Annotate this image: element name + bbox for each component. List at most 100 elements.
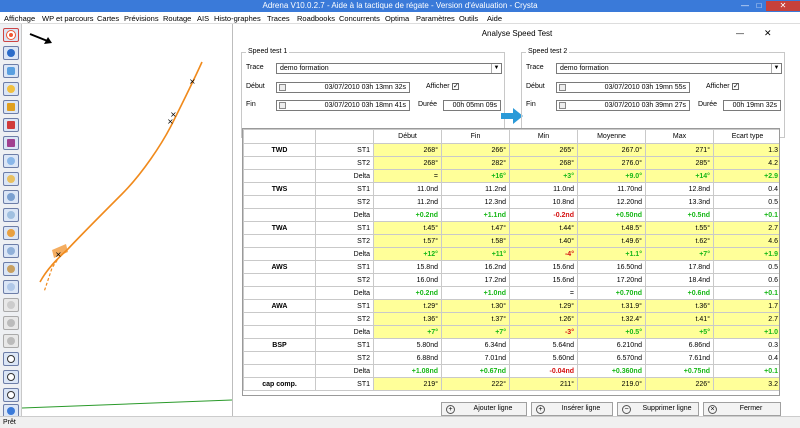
- menu-cartes[interactable]: Cartes: [97, 14, 119, 23]
- measure-tool-icon[interactable]: [3, 262, 19, 276]
- add-row-label: Ajouter ligne: [473, 405, 513, 412]
- route-tool-icon[interactable]: [3, 154, 19, 168]
- wind-tool-icon[interactable]: [3, 64, 19, 78]
- value-cell: t.58°: [441, 234, 510, 248]
- table-row[interactable]: ST2 t.57° t.58° t.40° t.49.6° t.62° 4.6: [243, 234, 779, 248]
- column-header[interactable]: Début: [373, 129, 442, 144]
- debut-datetime-2[interactable]: 03/07/2010 03h 19mn 55s: [556, 82, 690, 93]
- line-tool-icon[interactable]: [3, 244, 19, 258]
- column-header[interactable]: Max: [645, 129, 714, 144]
- fin-checkbox[interactable]: [559, 102, 566, 109]
- fin-datetime-2[interactable]: 03/07/2010 03h 39mn 27s: [556, 100, 690, 111]
- column-header[interactable]: Moyenne: [577, 129, 646, 144]
- row-label-cell: Delta: [315, 208, 374, 222]
- debut-datetime-1[interactable]: 03/07/2010 03h 13mn 32s: [276, 82, 410, 93]
- menu-traces[interactable]: Traces: [267, 14, 290, 23]
- table-row[interactable]: TWA ST1 t.45° t.47° t.44° t.48.5° t.55° 2.7: [243, 221, 779, 235]
- chart-tool-icon[interactable]: [3, 100, 19, 114]
- column-header[interactable]: [243, 129, 316, 144]
- delete-row-button[interactable]: − Supprimer ligne: [617, 402, 699, 416]
- arrow-right-icon: [501, 108, 523, 124]
- zoom-in-icon[interactable]: [3, 370, 19, 384]
- magnifier-icon[interactable]: [3, 352, 19, 366]
- debut-checkbox[interactable]: [559, 84, 566, 91]
- table-row[interactable]: Delta +12° +11° -4° +1.1° +7° +1.9: [243, 247, 779, 261]
- duree-field-2: 00h 19mn 32s: [723, 100, 781, 111]
- table-row[interactable]: AWA ST1 t.29° t.30° t.29° t.31.9° t.36° 1.7: [243, 299, 779, 313]
- close-dialog-button[interactable]: × Fermer: [703, 402, 781, 416]
- table-row[interactable]: ST2 11.2nd 12.3nd 10.8nd 12.20nd 13.3nd 0.5: [243, 195, 779, 209]
- row-label-cell: Delta: [315, 286, 374, 300]
- fin-datetime-1[interactable]: 03/07/2010 03h 18mn 41s: [276, 100, 410, 111]
- value-cell: t.31.9°: [577, 299, 646, 313]
- afficher-checkbox-1[interactable]: ✓: [452, 83, 459, 90]
- menu-optima[interactable]: Optima: [385, 14, 409, 23]
- value-cell: 0.4: [713, 351, 779, 365]
- layline-tool-icon[interactable]: [3, 208, 19, 222]
- add-row-button[interactable]: + Ajouter ligne: [441, 402, 527, 416]
- row-label-cell: ST1: [315, 260, 374, 274]
- menu-histo-graphes[interactable]: Histo-graphes: [214, 14, 261, 23]
- menu-previsions[interactable]: Prévisions: [124, 14, 159, 23]
- trace-select-1[interactable]: demo formation ▼: [276, 63, 502, 74]
- table-row[interactable]: BSP ST1 5.80nd 6.34nd 5.64nd 6.210nd 6.86nd 0.3: [243, 338, 779, 352]
- tack-tool-icon[interactable]: [3, 190, 19, 204]
- disabled-tool-icon[interactable]: [3, 298, 19, 312]
- value-cell: 16.2nd: [441, 260, 510, 274]
- parameter-cell: TWA: [243, 221, 316, 235]
- menu-roadbooks[interactable]: Roadbooks: [297, 14, 335, 23]
- table-row[interactable]: ST2 6.88nd 7.01nd 5.60nd 6.570nd 7.61nd 0.4: [243, 351, 779, 365]
- menu-outils[interactable]: Outils: [459, 14, 478, 23]
- menu-concurrents[interactable]: Concurrents: [339, 14, 380, 23]
- boat-tool-icon[interactable]: [3, 46, 19, 60]
- table-row[interactable]: ST2 268° 282° 268° 276.0° 285° 4.2: [243, 156, 779, 170]
- value-cell: 0.4: [713, 182, 779, 196]
- column-header[interactable]: Ecart type: [713, 129, 779, 144]
- table-row[interactable]: cap comp. ST1 219° 222° 211° 219.0° 226° 3.2: [243, 377, 779, 391]
- table-row[interactable]: Delta = +16° +3° +9.0° +14° +2.9: [243, 169, 779, 183]
- debut-checkbox[interactable]: [279, 84, 286, 91]
- insert-row-button[interactable]: + Insérer ligne: [531, 402, 613, 416]
- comparison-table[interactable]: Début Fin Min Moyenne Max Ecart type TWD ST1 26…: [242, 128, 780, 396]
- table-row[interactable]: Delta +7° +7° -3° +0.5° +5° +1.0: [243, 325, 779, 339]
- table-row[interactable]: ST2 16.0nd 17.2nd 15.6nd 17.20nd 18.4nd 0.6: [243, 273, 779, 287]
- menu-parametres[interactable]: Paramètres: [416, 14, 455, 23]
- close-button[interactable]: ✕: [766, 1, 800, 11]
- column-header[interactable]: Fin: [441, 129, 510, 144]
- lifebuoy-icon[interactable]: [3, 28, 19, 42]
- pan-icon[interactable]: [3, 334, 19, 348]
- menu-routage[interactable]: Routage: [163, 14, 191, 23]
- table-row[interactable]: TWS ST1 11.0nd 11.2nd 11.0nd 11.70nd 12.8nd 0.4: [243, 182, 779, 196]
- compass-tool-icon[interactable]: [3, 82, 19, 96]
- menu-affichage[interactable]: Affichage: [4, 14, 35, 23]
- map-view[interactable]: × × × ×: [21, 24, 233, 416]
- dialog-close-button[interactable]: ✕: [764, 28, 772, 39]
- afficher-checkbox-2[interactable]: ✓: [732, 83, 739, 90]
- table-row[interactable]: Delta +0.2nd +1.1nd -0.2nd +0.50nd +0.5nd +0.1: [243, 208, 779, 222]
- table-row[interactable]: TWD ST1 268° 266° 265° 267.0° 271° 1.3: [243, 143, 779, 157]
- value-cell: +0.2nd: [373, 208, 442, 222]
- flag-tool-icon[interactable]: [3, 118, 19, 132]
- table-row[interactable]: AWS ST1 15.8nd 16.2nd 15.6nd 16.50nd 17.8nd 0.5: [243, 260, 779, 274]
- track-tool-icon[interactable]: [3, 172, 19, 186]
- zoom-out-icon[interactable]: [3, 388, 19, 402]
- minimize-button[interactable]: —: [738, 1, 752, 11]
- table-tool-icon[interactable]: [3, 136, 19, 150]
- polar-tool-icon[interactable]: [3, 226, 19, 240]
- value-cell: 7.61nd: [645, 351, 714, 365]
- trace-select-2[interactable]: demo formation ▼: [556, 63, 782, 74]
- column-header[interactable]: Min: [509, 129, 578, 144]
- menu-aide[interactable]: Aide: [487, 14, 502, 23]
- mark-tool-icon[interactable]: [3, 280, 19, 294]
- table-row[interactable]: Delta +0.2nd +1.0nd = +0.70nd +0.6nd +0.1: [243, 286, 779, 300]
- menu-ais[interactable]: AIS: [197, 14, 209, 23]
- dialog-minimize-button[interactable]: —: [736, 29, 744, 38]
- menu-wp-parcours[interactable]: WP et parcours: [42, 14, 94, 23]
- dropdown-arrow-icon: ▼: [771, 64, 781, 73]
- zoom-area-icon[interactable]: [3, 316, 19, 330]
- table-row[interactable]: Delta +1.08nd +0.67nd -0.04nd +0.360nd +0.75n…: [243, 364, 779, 378]
- fin-checkbox[interactable]: [279, 102, 286, 109]
- table-row[interactable]: ST2 t.36° t.37° t.26° t.32.4° t.41° 2.7: [243, 312, 779, 326]
- column-header[interactable]: [315, 129, 374, 144]
- maximize-button[interactable]: □: [752, 1, 766, 11]
